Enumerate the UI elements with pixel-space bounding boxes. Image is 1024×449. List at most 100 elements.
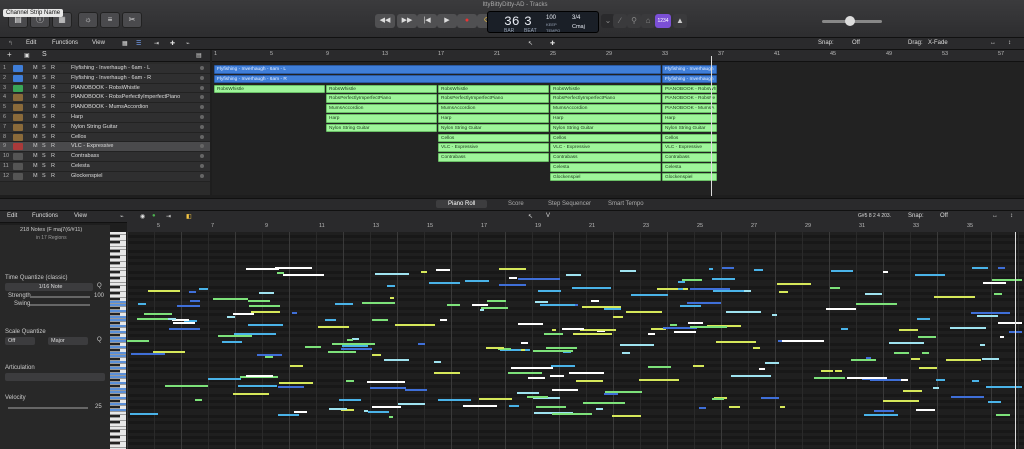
midi-note[interactable]	[889, 342, 924, 344]
midi-note[interactable]	[463, 405, 497, 407]
midi-note[interactable]	[613, 316, 623, 318]
record-enable-button[interactable]: R	[51, 94, 55, 100]
midi-note[interactable]	[368, 411, 389, 413]
midi-note[interactable]	[687, 302, 721, 304]
midi-note[interactable]	[814, 377, 845, 379]
midi-note[interactable]	[680, 305, 701, 307]
midi-note[interactable]	[499, 268, 526, 270]
midi-note[interactable]	[693, 365, 704, 367]
midi-note[interactable]	[996, 414, 1010, 416]
midi-note[interactable]	[465, 280, 489, 282]
midi-note[interactable]	[982, 358, 999, 360]
region[interactable]: PIANOBOOK - RobsPe	[662, 94, 717, 103]
record-enable-button[interactable]: R	[51, 75, 55, 81]
midi-note[interactable]	[777, 283, 811, 285]
midi-note[interactable]	[772, 314, 777, 316]
midi-note[interactable]	[518, 323, 543, 325]
region[interactable]: Contrabass	[438, 153, 549, 162]
midi-note[interactable]	[190, 300, 200, 302]
region[interactable]: Flyfishing - Inverhaugh	[662, 65, 717, 74]
track-options-icon[interactable]: ▤	[196, 52, 202, 59]
zoom-v-icon[interactable]: ↕	[1008, 40, 1011, 46]
midi-note[interactable]	[916, 409, 935, 411]
midi-note[interactable]	[716, 341, 756, 343]
midi-note[interactable]	[631, 294, 668, 296]
midi-note[interactable]	[372, 319, 388, 321]
midi-note[interactable]	[521, 342, 528, 344]
region[interactable]: Nylon String Guitar	[438, 123, 549, 133]
midi-note[interactable]	[883, 400, 919, 402]
catch-icon[interactable]: ⇥	[154, 40, 159, 47]
midi-note[interactable]	[670, 324, 677, 326]
track-header[interactable]: 1 M S R Flyfishing - Inverhaugh - 6am - L	[0, 64, 210, 74]
midi-note[interactable]	[583, 402, 625, 404]
mute-button[interactable]: M	[33, 143, 38, 149]
midi-note[interactable]	[994, 293, 1002, 295]
midi-note[interactable]	[248, 300, 270, 302]
midi-note[interactable]	[552, 329, 556, 331]
midi-note[interactable]	[569, 372, 604, 374]
midi-note[interactable]	[573, 333, 612, 335]
midi-note[interactable]	[527, 396, 548, 398]
midi-note[interactable]	[538, 290, 561, 292]
midi-note[interactable]	[936, 379, 945, 381]
midi-note[interactable]	[540, 304, 575, 306]
region[interactable]: Nylon String Guitar	[662, 123, 717, 133]
midi-note[interactable]	[341, 348, 372, 350]
midi-note[interactable]	[339, 399, 361, 401]
midi-note[interactable]	[283, 274, 324, 276]
region[interactable]: PIANOBOOK - MumsA	[662, 104, 717, 113]
midi-note[interactable]	[421, 271, 427, 273]
arrange-area[interactable]: Flyfishing - Inverhaugh - 6am - L Flyfish…	[212, 62, 1024, 195]
record-enable-button[interactable]: R	[51, 134, 55, 140]
mixer-button[interactable]: ≡	[100, 12, 120, 28]
rewind-button[interactable]: ◀◀	[375, 14, 395, 28]
pr-zoom-v-icon[interactable]: ↕	[1010, 213, 1013, 219]
midi-note[interactable]	[384, 359, 409, 361]
midi-note[interactable]	[1000, 336, 1004, 338]
midi-note[interactable]	[131, 353, 165, 355]
strength-slider[interactable]	[30, 296, 90, 298]
mute-button[interactable]: M	[33, 114, 38, 120]
tuner-button[interactable]: ⚲	[627, 14, 641, 28]
midi-note[interactable]	[528, 377, 545, 379]
count-in-button[interactable]: 1234	[655, 14, 671, 28]
midi-note[interactable]	[509, 405, 519, 407]
tab-smart-tempo[interactable]: Smart Tempo	[608, 201, 644, 207]
midi-note[interactable]	[521, 349, 525, 351]
midi-note[interactable]	[604, 308, 621, 310]
mute-button[interactable]: M	[33, 94, 38, 100]
record-enable-button[interactable]: R	[51, 114, 55, 120]
midi-note[interactable]	[983, 282, 1006, 284]
midi-note[interactable]	[305, 346, 321, 348]
metronome-button[interactable]: ▲	[673, 14, 687, 28]
velocity-slider[interactable]	[8, 407, 88, 409]
midi-note[interactable]	[395, 324, 435, 326]
midi-note[interactable]	[934, 296, 975, 298]
tracks-drag-value[interactable]: X-Fade	[928, 40, 948, 46]
pencil-tool-icon[interactable]: ✚	[550, 40, 555, 47]
midi-note[interactable]	[398, 403, 425, 405]
midi-note[interactable]	[847, 377, 887, 379]
region[interactable]: Nylon String Guitar	[550, 123, 661, 133]
midi-note[interactable]	[911, 358, 920, 360]
region[interactable]: MumsAccordion	[550, 104, 661, 113]
midi-note[interactable]	[782, 340, 824, 342]
pr-velocity-icon[interactable]: V	[546, 213, 550, 219]
midi-note[interactable]	[292, 312, 297, 314]
grid-view-icon[interactable]: ▦	[122, 40, 128, 47]
track-header[interactable]: 8 M S R Cellos	[0, 132, 210, 143]
tab-piano-roll[interactable]: Piano Roll	[436, 200, 488, 208]
region[interactable]: Flyfishing - Inverhaugh	[662, 74, 717, 84]
midi-note[interactable]	[440, 319, 447, 321]
midi-note[interactable]	[856, 303, 897, 305]
midi-note[interactable]	[562, 328, 584, 330]
pr-midi-in-icon[interactable]: ⌁	[120, 213, 124, 220]
fast-forward-button[interactable]: ▶▶	[397, 14, 417, 28]
midi-note[interactable]	[390, 297, 394, 299]
midi-note[interactable]	[899, 329, 918, 331]
midi-note[interactable]	[779, 291, 788, 293]
midi-note[interactable]	[535, 301, 548, 303]
region[interactable]: Celesta	[550, 163, 661, 172]
midi-note[interactable]	[517, 392, 539, 394]
